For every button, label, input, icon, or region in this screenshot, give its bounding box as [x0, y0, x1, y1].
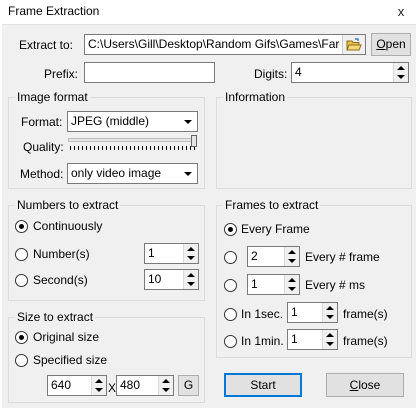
dialog-client: Extract to: C:\Users\Gill\Desktop\Random…	[2, 24, 416, 408]
numbers-spinner[interactable]	[183, 244, 198, 263]
in-1min-up-arrow-icon[interactable]	[323, 330, 337, 340]
original-size-label[interactable]: Original size	[33, 330, 99, 344]
in-1min-unit: frame(s)	[343, 334, 388, 348]
numbers-up-arrow-icon[interactable]	[184, 244, 198, 254]
frames-to-extract-title: Frames to extract	[223, 198, 321, 212]
every-frame-radio[interactable]	[224, 223, 237, 236]
open-button-label: pen	[385, 37, 406, 51]
extract-path-field[interactable]: C:\Users\Gill\Desktop\Random Gifs\Games\…	[84, 34, 366, 55]
every-n-ms-radio[interactable]	[224, 279, 237, 292]
in-1min-spinner[interactable]	[322, 330, 337, 349]
every-n-ms-spinner[interactable]	[284, 275, 299, 294]
in-1min-label[interactable]: In 1min.	[241, 334, 284, 348]
width-down-arrow-icon[interactable]	[92, 386, 106, 396]
every-n-ms-value: 1	[251, 277, 258, 291]
width-spinner[interactable]	[91, 376, 106, 395]
quality-slider-ticks	[70, 146, 195, 150]
close-button[interactable]: Close	[326, 373, 404, 397]
information-group: Information	[216, 90, 412, 189]
quality-slider-track	[68, 138, 197, 142]
close-button-label: lose	[358, 378, 381, 392]
continuously-radio[interactable]	[15, 220, 28, 233]
every-n-frame-spinner[interactable]	[284, 247, 299, 266]
method-dropdown[interactable]: only video image	[67, 163, 198, 184]
start-button[interactable]: Start	[224, 373, 302, 397]
in-1sec-value: 1	[291, 305, 298, 319]
seconds-radio[interactable]	[15, 274, 28, 287]
every-n-frame-down-arrow-icon[interactable]	[285, 257, 299, 267]
prefix-field[interactable]	[84, 62, 215, 83]
specified-size-label[interactable]: Specified size	[33, 353, 107, 367]
format-dropdown[interactable]: JPEG (middle)	[67, 111, 198, 132]
seconds-spinner[interactable]	[183, 270, 198, 289]
seconds-value: 10	[148, 272, 162, 286]
height-spinner[interactable]	[158, 376, 173, 395]
in-1sec-label[interactable]: In 1sec.	[241, 307, 283, 321]
extract-to-label: Extract to:	[19, 38, 74, 52]
in-1min-radio[interactable]	[224, 335, 237, 348]
original-size-radio[interactable]	[15, 331, 28, 344]
numbers-to-extract-title: Numbers to extract	[15, 198, 121, 212]
digits-label: Digits:	[254, 67, 288, 81]
every-frame-label[interactable]: Every Frame	[241, 222, 310, 236]
format-value: JPEG (middle)	[71, 114, 150, 128]
format-label: Format:	[21, 115, 63, 129]
digits-field[interactable]: 4	[291, 62, 409, 83]
size-to-extract-title: Size to extract	[15, 310, 96, 324]
size-x-label: X	[108, 381, 117, 395]
information-title: Information	[223, 90, 288, 104]
digits-value: 4	[295, 65, 302, 79]
in-1min-value: 1	[291, 332, 298, 346]
numbers-radio[interactable]	[15, 248, 28, 261]
g-button[interactable]: G	[178, 375, 199, 396]
close-window-button[interactable]: x	[384, 0, 418, 24]
prefix-label: Prefix:	[44, 67, 79, 81]
every-n-frame-label: Every # frame	[305, 250, 380, 264]
quality-slider-thumb[interactable]	[191, 135, 197, 147]
open-button[interactable]: Open	[371, 33, 411, 56]
in-1sec-spinner[interactable]	[322, 303, 337, 322]
chevron-down-icon[interactable]	[179, 113, 196, 130]
method-label: Method:	[20, 167, 64, 181]
digits-up-arrow-icon[interactable]	[394, 63, 408, 73]
open-button-mnemonic: O	[376, 37, 386, 51]
every-n-frame-value: 2	[251, 249, 258, 263]
digits-down-arrow-icon[interactable]	[394, 73, 408, 83]
seconds-down-arrow-icon[interactable]	[184, 280, 198, 290]
method-value: only video image	[71, 166, 162, 180]
every-n-frame-up-arrow-icon[interactable]	[285, 247, 299, 257]
specified-size-radio[interactable]	[15, 354, 28, 367]
numbers-value: 1	[148, 246, 155, 260]
width-up-arrow-icon[interactable]	[92, 376, 106, 386]
title-bar: Frame Extraction x	[0, 0, 418, 24]
height-down-arrow-icon[interactable]	[159, 386, 173, 396]
every-n-ms-down-arrow-icon[interactable]	[285, 285, 299, 295]
every-n-ms-label: Every # ms	[305, 278, 366, 292]
chevron-down-icon[interactable]	[179, 165, 196, 182]
width-value: 640	[51, 378, 72, 392]
height-value: 480	[120, 378, 141, 392]
folder-open-icon[interactable]	[342, 35, 365, 54]
in-1sec-up-arrow-icon[interactable]	[323, 303, 337, 313]
continuously-label[interactable]: Continuously	[33, 219, 102, 233]
numbers-label[interactable]: Number(s)	[33, 247, 90, 261]
every-n-ms-up-arrow-icon[interactable]	[285, 275, 299, 285]
quality-label: Quality:	[23, 140, 64, 154]
in-1sec-radio[interactable]	[224, 308, 237, 321]
in-1min-down-arrow-icon[interactable]	[323, 340, 337, 350]
window-title: Frame Extraction	[8, 4, 100, 18]
height-up-arrow-icon[interactable]	[159, 376, 173, 386]
seconds-label[interactable]: Second(s)	[33, 273, 88, 287]
extract-path-value: C:\Users\Gill\Desktop\Random Gifs\Games\…	[88, 37, 352, 51]
in-1sec-unit: frame(s)	[343, 307, 388, 321]
numbers-down-arrow-icon[interactable]	[184, 254, 198, 264]
digits-spinner[interactable]	[393, 63, 408, 82]
in-1sec-down-arrow-icon[interactable]	[323, 313, 337, 323]
image-format-title: Image format	[15, 90, 90, 104]
every-n-frame-radio[interactable]	[224, 251, 237, 264]
seconds-up-arrow-icon[interactable]	[184, 270, 198, 280]
